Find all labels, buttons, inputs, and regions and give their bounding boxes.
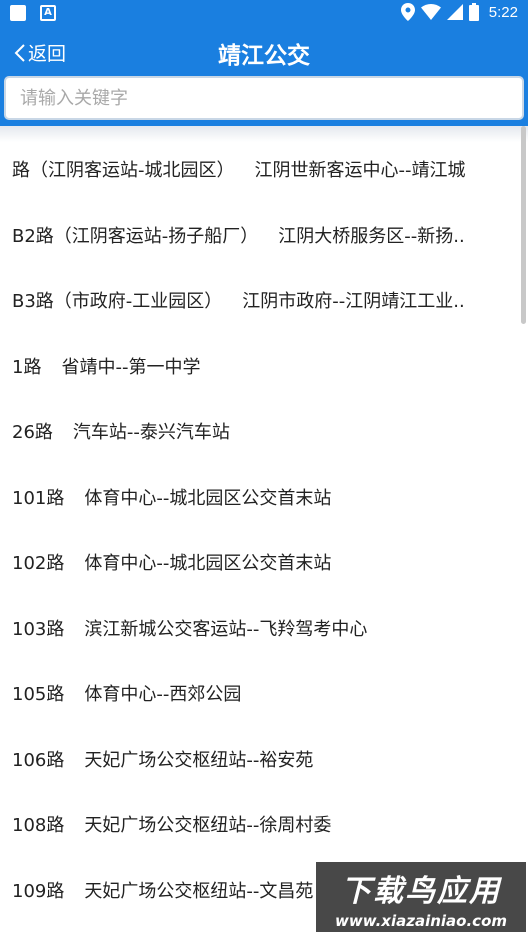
search-bar [0, 76, 528, 126]
wifi-icon [420, 4, 441, 20]
route-name: 106路 [12, 749, 65, 771]
list-item[interactable]: 101路 体育中心--城北园区公交首末站 [0, 465, 528, 529]
route-stops: 体育中心--城北园区公交首末站 [84, 487, 332, 509]
notification-a-icon: A [40, 5, 56, 21]
page-title: 靖江公交 [218, 43, 310, 69]
watermark: 下载鸟应用 www.xiazainiao.com [316, 862, 526, 932]
search-input[interactable] [4, 76, 524, 120]
route-stops: 滨江新城公交客运站--飞羚驾考中心 [84, 618, 368, 640]
route-stops: 天妃广场公交枢纽站--裕安苑 [84, 749, 314, 771]
list-item[interactable]: 1路 省靖中--第一中学 [0, 334, 528, 398]
watermark-url: www.xiazainiao.com [334, 912, 508, 930]
app-header: 返回 靖江公交 [0, 26, 528, 76]
status-bar: A 5:22 [0, 0, 528, 26]
route-name: B2路（江阴客运站-扬子船厂） [12, 225, 259, 247]
route-stops: 体育中心--城北园区公交首末站 [84, 553, 332, 574]
route-stops: 省靖中--第一中学 [61, 356, 201, 378]
watermark-logo-text: 下载鸟应用 [341, 874, 501, 909]
route-name: 1路 [12, 356, 42, 378]
list-item[interactable]: B2路（江阴客运站-扬子船厂） 江阴大桥服务区--新扬.. [0, 203, 528, 267]
list-item[interactable]: 102路 体育中心--城北园区公交首末站 [0, 530, 528, 594]
list-item[interactable]: 103路 滨江新城公交客运站--飞羚驾考中心 [0, 596, 528, 660]
list-item[interactable]: B3路（市政府-工业园区） 江阴市政府--江阴靖江工业.. [0, 268, 528, 332]
route-name: 103路 [12, 618, 65, 640]
signal-icon [446, 4, 463, 20]
list-item[interactable]: 105路 体育中心--西郊公园 [0, 661, 528, 725]
battery-icon [468, 3, 479, 21]
route-name: 105路 [12, 684, 65, 705]
list-item[interactable]: 106路 天妃广场公交枢纽站--裕安苑 [0, 727, 528, 791]
route-stops: 江阴市政府--江阴靖江工业.. [242, 291, 465, 312]
status-time: 5:22 [488, 3, 518, 21]
route-name: 101路 [12, 487, 65, 509]
route-name: 路（江阴客运站-城北园区） [12, 160, 235, 181]
route-name: 26路 [12, 422, 53, 443]
route-stops: 汽车站--泰兴汽车站 [72, 422, 230, 443]
location-icon [400, 3, 415, 21]
route-name: 102路 [12, 553, 65, 574]
route-name: 108路 [12, 815, 65, 836]
route-name: B3路（市政府-工业园区） [12, 291, 223, 312]
route-list[interactable]: 路（江阴客运站-城北园区） 江阴世新客运中心--靖江城 B2路（江阴客运站-扬子船厂… [0, 126, 528, 936]
notification-square-icon [10, 5, 26, 21]
route-stops: 江阴大桥服务区--新扬.. [278, 225, 465, 247]
route-stops: 体育中心--西郊公园 [84, 684, 242, 705]
scrollbar[interactable] [521, 126, 526, 324]
list-item[interactable]: 108路 天妃广场公交枢纽站--徐周村委 [0, 792, 528, 856]
list-item[interactable]: 26路 汽车站--泰兴汽车站 [0, 399, 528, 463]
route-stops: 天妃广场公交枢纽站--徐周村委 [84, 815, 332, 836]
route-stops: 江阴世新客运中心--靖江城 [254, 160, 466, 181]
route-stops: 天妃广场公交枢纽站--文昌苑 [84, 880, 314, 902]
route-name: 109路 [12, 880, 65, 902]
list-item[interactable]: 路（江阴客运站-城北园区） 江阴世新客运中心--靖江城 [0, 137, 528, 201]
